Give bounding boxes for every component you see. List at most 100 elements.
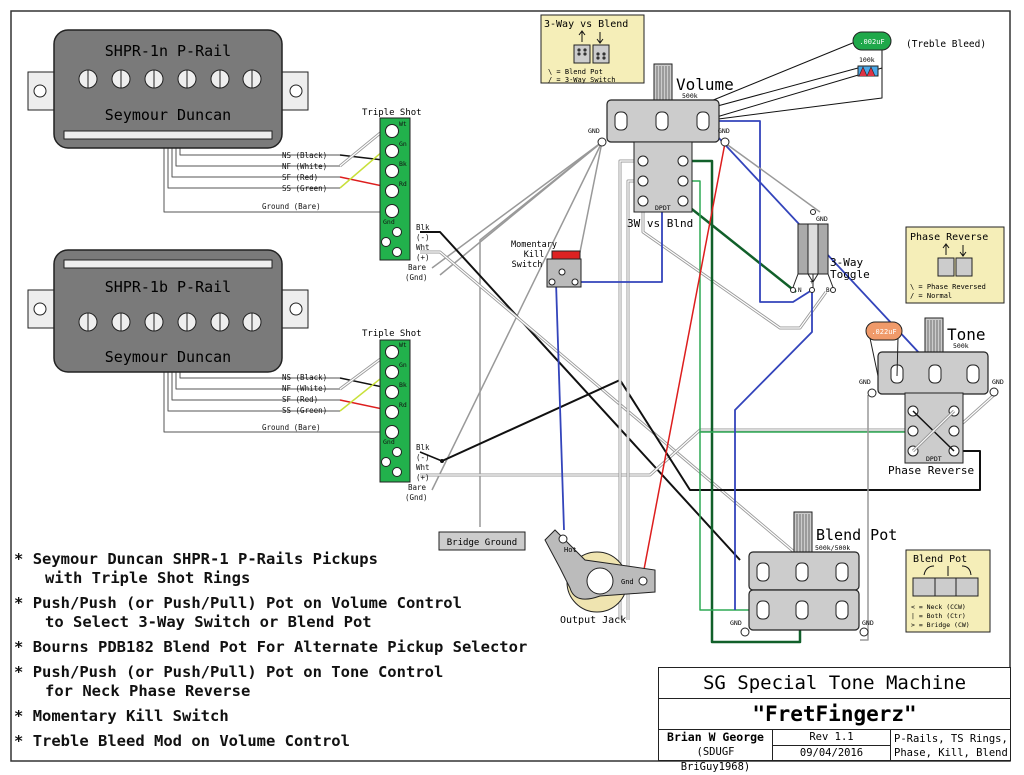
revision-date: 09/04/2016 [799, 747, 864, 759]
output-jack-label: Output Jack [560, 615, 626, 626]
lead-label: SF (Red) [282, 173, 318, 182]
gnd-label: GND [730, 619, 742, 627]
note-line: Push/Push (or Push/Pull) Pot on Volume C… [32, 594, 462, 612]
pad-label: Rd [399, 401, 407, 409]
toggle-gnd: GND [816, 215, 828, 223]
blend-pot-label: Blend Pot [816, 526, 897, 544]
tone-cap-value: .022uF [871, 328, 896, 336]
output-label: (Gnd) [405, 273, 428, 282]
pad-label: Bk [399, 381, 407, 389]
output-label: (-) [416, 233, 430, 242]
description-line: P-Rails, TS Rings, [894, 733, 1008, 745]
output-label: Bare [408, 483, 427, 492]
diagram-nickname: "FretFingerz" [659, 699, 1010, 730]
author-handle: (SDUGF BriGuy1968) [680, 746, 751, 773]
lead-label: Ground (Bare) [262, 423, 321, 432]
diagram-title: SG Special Tone Machine [659, 668, 1010, 699]
note-line: Momentary Kill Switch [32, 707, 229, 725]
gnd-label: GND [992, 378, 1004, 386]
bridge-pickup-model: SHPR-1b P-Rail [105, 278, 231, 296]
output-label: Blk [416, 443, 430, 452]
pad-label: Wt [399, 120, 407, 128]
legend-line: \ = Blend Pot [548, 68, 603, 76]
note-sub: with Triple Shot Rings [45, 569, 251, 587]
lead-label: SF (Red) [282, 395, 318, 404]
gnd-label: GND [588, 127, 600, 135]
lead-label: NF (White) [282, 384, 327, 393]
bullet: * [14, 594, 24, 612]
legend-phase: Phase Reverse \ = Phase Reversed / = Nor… [905, 226, 1005, 304]
volume-value: 500k [682, 92, 698, 100]
output-label: (Gnd) [405, 493, 428, 502]
pad-label: Bk [399, 160, 407, 168]
note-line: Push/Push (or Push/Pull) Pot on Tone Con… [32, 663, 444, 681]
legend-line: / = Normal [910, 292, 952, 300]
tone-pot: .022uF Tone 500k GND GND DPDT Phase Reve… [859, 317, 1004, 477]
dpdt-label: Phase Reverse [888, 464, 974, 477]
bridge-pickup-brand: Seymour Duncan [105, 348, 231, 366]
note-item: * Seymour Duncan SHPR-1 P-Rails Pickups w… [14, 550, 527, 588]
revision: Rev 1.1 [773, 730, 890, 746]
jack-hot: Hot [564, 546, 577, 554]
toggle-label: Toggle [830, 268, 870, 281]
pad-label: Gnd [383, 438, 395, 446]
output-label: (+) [416, 253, 430, 262]
note-line: Treble Bleed Mod on Volume Control [32, 732, 350, 750]
treble-resistor-value: 100k [859, 56, 875, 64]
author-name: Brian W George [667, 730, 764, 744]
output-label: (+) [416, 473, 430, 482]
pad-label: Wt [399, 341, 407, 349]
legend-line: > = Bridge (CW) [911, 621, 970, 629]
bullet: * [14, 707, 24, 725]
bridge-ground-label: Bridge Ground [447, 538, 517, 548]
bullet: * [14, 732, 24, 750]
pad-label: Gn [399, 140, 407, 148]
treble-bleed-label: (Treble Bleed) [906, 39, 986, 50]
legend-line: / = 3-Way Switch [548, 76, 615, 84]
kill-label: Switch [512, 260, 543, 270]
description-line: Phase, Kill, Blend [894, 747, 1008, 759]
jack-gnd: Gnd [621, 578, 634, 586]
toggle-pin: B [826, 287, 830, 294]
output-label: (-) [416, 453, 430, 462]
note-line: Bourns PDB182 Blend Pot For Alternate Pi… [32, 638, 528, 656]
note-line: Seymour Duncan SHPR-1 P-Rails Pickups [32, 550, 378, 568]
triple-shot-title: Triple Shot [362, 329, 422, 339]
tone-value: 500k [953, 342, 969, 350]
lead-label: NF (White) [282, 162, 327, 171]
triple-shot-neck: Triple Shot Wt Gn Bk Rd Gnd Blk (-) Wht … [362, 108, 430, 282]
note-sub: for Neck Phase Reverse [45, 682, 251, 700]
blend-pot-value: 500k/500k [815, 544, 850, 552]
bullet: * [14, 638, 24, 656]
gnd-label: GND [718, 127, 730, 135]
bullet: * [14, 550, 24, 568]
neck-pickup: SHPR-1n P-Rail Seymour Duncan NS (Black)… [27, 29, 327, 211]
kill-label: Kill [524, 250, 544, 260]
kill-switch: Momentary Kill Switch [511, 240, 582, 288]
output-label: Bare [408, 263, 427, 272]
bullet: * [14, 663, 24, 681]
kill-label: Momentary [511, 240, 557, 250]
neck-pickup-brand: Seymour Duncan [105, 106, 231, 124]
pad-label: Gn [399, 361, 407, 369]
treble-cap-value: .002uF [859, 38, 884, 46]
output-label: Wht [416, 243, 430, 252]
output-label: Wht [416, 463, 430, 472]
treble-bleed: .002uF 100k (Treble Bleed) [852, 31, 986, 77]
dpdt-tag: DPDT [926, 455, 942, 463]
three-way-toggle: GND 3-Way Toggle N + B [790, 209, 870, 294]
bridge-pickup: SHPR-1b P-Rail Seymour Duncan NS (Black)… [27, 249, 327, 432]
feature-notes: * Seymour Duncan SHPR-1 P-Rails Pickups w… [14, 550, 527, 757]
note-sub: to Select 3-Way Switch or Blend Pot [45, 613, 372, 631]
legend-title: Phase Reverse [910, 232, 988, 243]
note-item: * Bourns PDB182 Blend Pot For Alternate … [14, 638, 527, 657]
neck-pickup-model: SHPR-1n P-Rail [105, 42, 231, 60]
lead-label: NS (Black) [282, 151, 327, 160]
legend-line: | = Both (Ctr) [911, 612, 966, 620]
lead-label: Ground (Bare) [262, 202, 321, 211]
lead-label: SS (Green) [282, 184, 327, 193]
note-item: * Treble Bleed Mod on Volume Control [14, 732, 527, 751]
lead-label: SS (Green) [282, 406, 327, 415]
toggle-pin: N [798, 287, 802, 294]
pad-label: Rd [399, 180, 407, 188]
